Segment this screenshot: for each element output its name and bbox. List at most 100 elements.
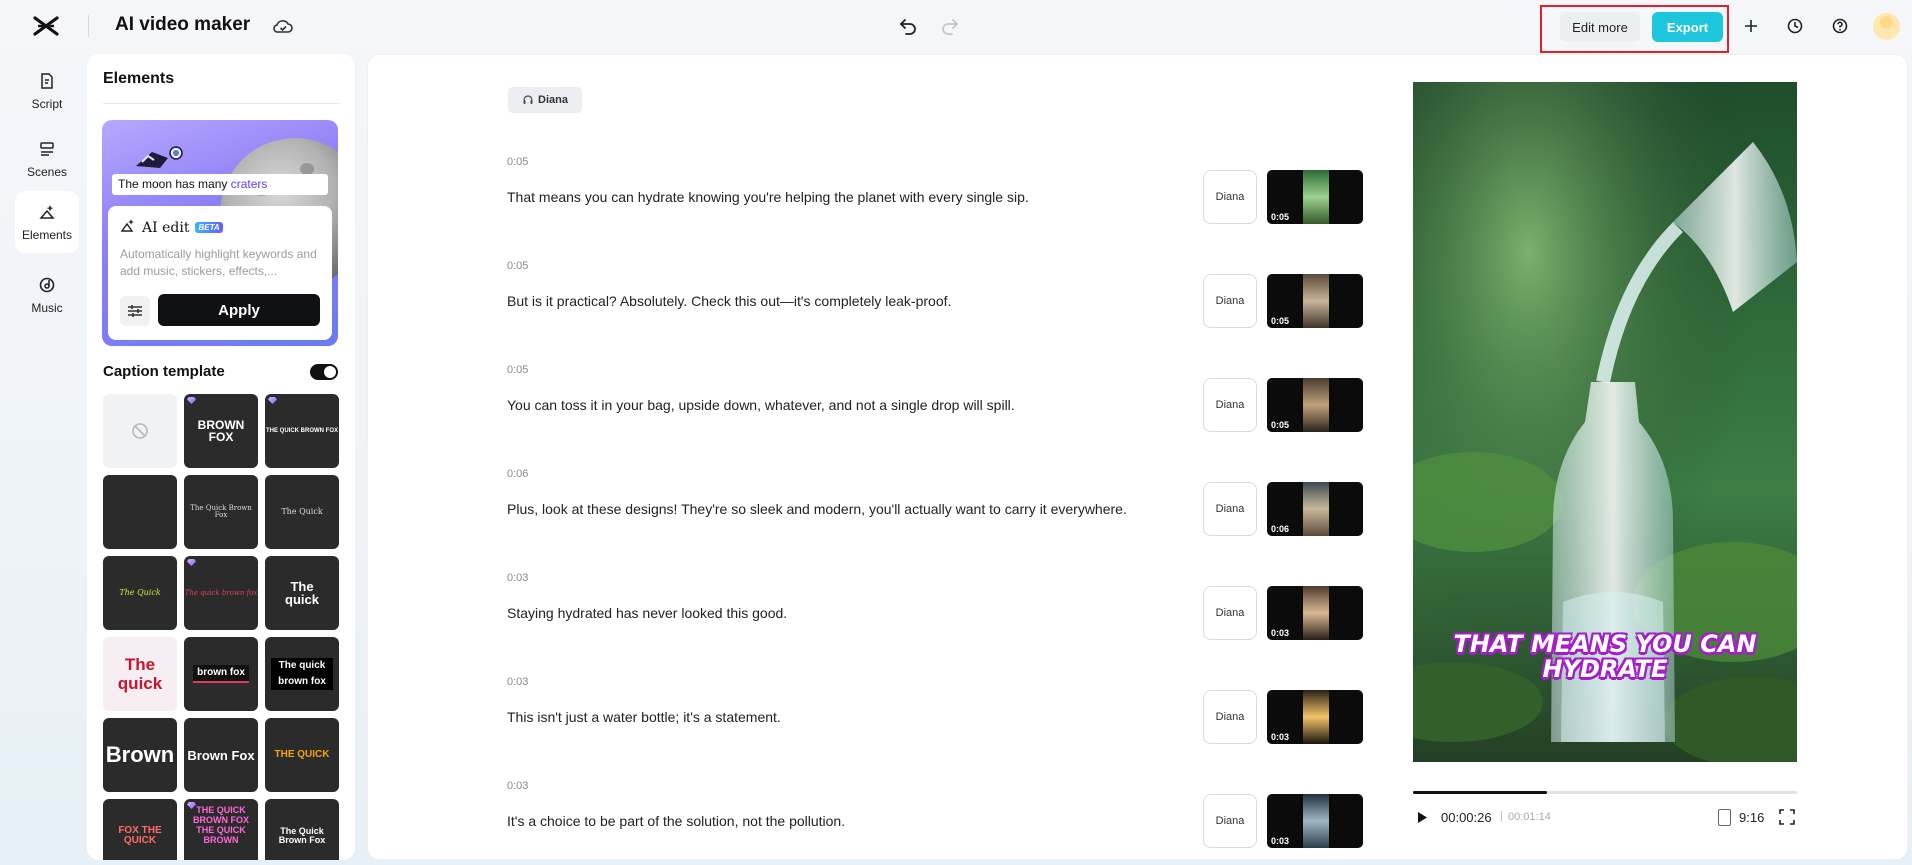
segment-timestamp: 0:05	[507, 156, 529, 168]
segment-text[interactable]: That means you can hydrate knowing you'r…	[507, 189, 1029, 205]
ai-edit-description: Automatically highlight keywords and add…	[120, 247, 317, 278]
caption-template-preview: THE QUICK BROWN FOX	[266, 428, 338, 434]
sliders-icon	[128, 305, 142, 317]
nav-item-script[interactable]: Script	[15, 60, 79, 122]
segment-text[interactable]: You can toss it in your bag, upside down…	[507, 397, 1015, 413]
current-time: 00:00:26	[1441, 810, 1492, 825]
segment-duration: 0:05	[1271, 212, 1290, 222]
caption-template-preview: BROWN FOX	[197, 418, 245, 444]
segment-text[interactable]: But is it practical? Absolutely. Check t…	[507, 293, 951, 309]
caption-template[interactable]: Brown Fox	[184, 718, 258, 792]
elements-panel: Elements The moon has many craters AI ed…	[87, 54, 355, 860]
redo-icon[interactable]	[938, 14, 962, 38]
premium-gem-icon	[187, 559, 196, 566]
thumbnail-frame	[1303, 274, 1329, 328]
segment-thumbnail[interactable]: 0:03	[1267, 794, 1363, 848]
segment-text[interactable]: This isn't just a water bottle; it's a s…	[507, 709, 781, 725]
history-icon[interactable]	[1783, 14, 1807, 38]
cloud-sync-icon[interactable]	[272, 15, 294, 37]
segment-voice-button[interactable]: Diana	[1203, 794, 1257, 848]
caption-template-preview: The quick	[117, 655, 163, 693]
caption-template-preview: Brown Fox	[187, 747, 255, 763]
segment-voice-button[interactable]: Diana	[1203, 378, 1257, 432]
caption-template[interactable]: THE QUICK BROWN FOX THE QUICK BROWN	[184, 799, 258, 860]
segment-voice-button[interactable]: Diana	[1203, 482, 1257, 536]
help-icon[interactable]	[1828, 14, 1852, 38]
ai-edit-title: AI edit	[142, 219, 190, 236]
thumbnail-frame	[1303, 586, 1329, 640]
edit-more-button[interactable]: Edit more	[1560, 12, 1640, 42]
ai-edit-settings-button[interactable]	[120, 296, 150, 326]
aspect-ratio-icon[interactable]	[1718, 809, 1731, 826]
caption-template[interactable]: THE QUICK	[265, 718, 339, 792]
caption-template[interactable]: The quick brown fox	[184, 556, 258, 630]
capcut-logo-icon[interactable]	[33, 15, 59, 37]
segment-voice-button[interactable]: Diana	[1203, 690, 1257, 744]
panel-divider	[103, 103, 339, 104]
caption-template-preview: Brown	[105, 742, 175, 767]
aspect-ratio-label[interactable]: 9:16	[1739, 810, 1764, 825]
undo-icon[interactable]	[896, 14, 920, 38]
play-icon[interactable]	[1414, 809, 1430, 825]
total-time: 00:01:14	[1508, 811, 1551, 823]
nav-item-music[interactable]: Music	[15, 264, 79, 326]
premium-gem-icon	[187, 397, 196, 404]
caption-template-preview: THE QUICK BROWN FOX THE QUICK BROWN	[193, 805, 249, 845]
thumbnail-frame	[1303, 378, 1329, 432]
caption-template[interactable]	[103, 475, 177, 549]
segment-thumbnail[interactable]: 0:05	[1267, 170, 1363, 224]
segment-text[interactable]: Staying hydrated has never looked this g…	[507, 605, 787, 621]
nav-item-scenes[interactable]: Scenes	[15, 128, 79, 190]
segment-text[interactable]: It's a choice to be part of the solution…	[507, 813, 845, 829]
caption-template[interactable]: The quick	[265, 556, 339, 630]
video-preview[interactable]: THAT MEANS YOU CAN HYDRATE	[1413, 82, 1797, 762]
caption-template[interactable]: The Quick	[103, 556, 177, 630]
caption-template[interactable]: Brown	[103, 718, 177, 792]
segment-voice-button[interactable]: Diana	[1203, 586, 1257, 640]
segment-duration: 0:03	[1271, 836, 1290, 846]
caption-template-preview: The Quick	[281, 507, 323, 516]
segment-thumbnail[interactable]: 0:06	[1267, 482, 1363, 536]
astronaut-icon	[136, 146, 183, 168]
add-icon[interactable]	[1739, 14, 1763, 38]
script-icon	[37, 71, 57, 91]
thumbnail-frame	[1303, 690, 1329, 744]
playback-progress-bar[interactable]	[1413, 791, 1797, 794]
segment-text[interactable]: Plus, look at these designs! They're so …	[507, 501, 1127, 517]
segment-thumbnail[interactable]: 0:03	[1267, 586, 1363, 640]
app-title: AI video maker	[115, 14, 251, 35]
preview-caption-line-2: HYDRATE	[1542, 655, 1668, 683]
caption-template[interactable]: FOX THE QUICK	[103, 799, 177, 860]
sample-caption: The moon has many craters	[112, 174, 328, 195]
segment-voice-button[interactable]: Diana	[1203, 274, 1257, 328]
caption-template-label: Caption template	[103, 363, 225, 380]
caption-template[interactable]: The Quick	[265, 475, 339, 549]
caption-template[interactable]: The Quick Brown Fox	[184, 475, 258, 549]
segment-duration: 0:03	[1271, 732, 1290, 742]
nav-item-elements[interactable]: Elements	[15, 191, 79, 253]
export-button[interactable]: Export	[1652, 12, 1723, 42]
voice-icon	[523, 95, 533, 104]
caption-template-none[interactable]	[103, 394, 177, 468]
user-avatar[interactable]	[1873, 13, 1900, 40]
caption-template[interactable]: BROWN FOX	[184, 394, 258, 468]
apply-button[interactable]: Apply	[158, 294, 320, 326]
caption-template[interactable]: brown fox	[184, 637, 258, 711]
fullscreen-icon[interactable]	[1778, 808, 1796, 826]
caption-template[interactable]: The quick	[103, 637, 177, 711]
speaker-chip[interactable]: Diana	[508, 87, 582, 113]
segment-thumbnail[interactable]: 0:05	[1267, 274, 1363, 328]
panel-title: Elements	[103, 70, 175, 87]
segment-duration: 0:06	[1271, 524, 1290, 534]
segment-thumbnail[interactable]: 0:03	[1267, 690, 1363, 744]
caption-template[interactable]: The quick brown fox	[265, 637, 339, 711]
segment-thumbnail[interactable]: 0:05	[1267, 378, 1363, 432]
segment-voice-button[interactable]: Diana	[1203, 170, 1257, 224]
caption-template-preview: THE QUICK	[274, 749, 330, 760]
caption-template-toggle[interactable]	[310, 364, 338, 380]
sample-caption-text: The moon has many	[118, 177, 228, 191]
caption-template[interactable]: THE QUICK BROWN FOX	[265, 394, 339, 468]
caption-template[interactable]: The Quick Brown Fox	[265, 799, 339, 860]
caption-template-preview: The Quick Brown Fox	[190, 504, 252, 519]
elements-icon	[37, 202, 57, 222]
